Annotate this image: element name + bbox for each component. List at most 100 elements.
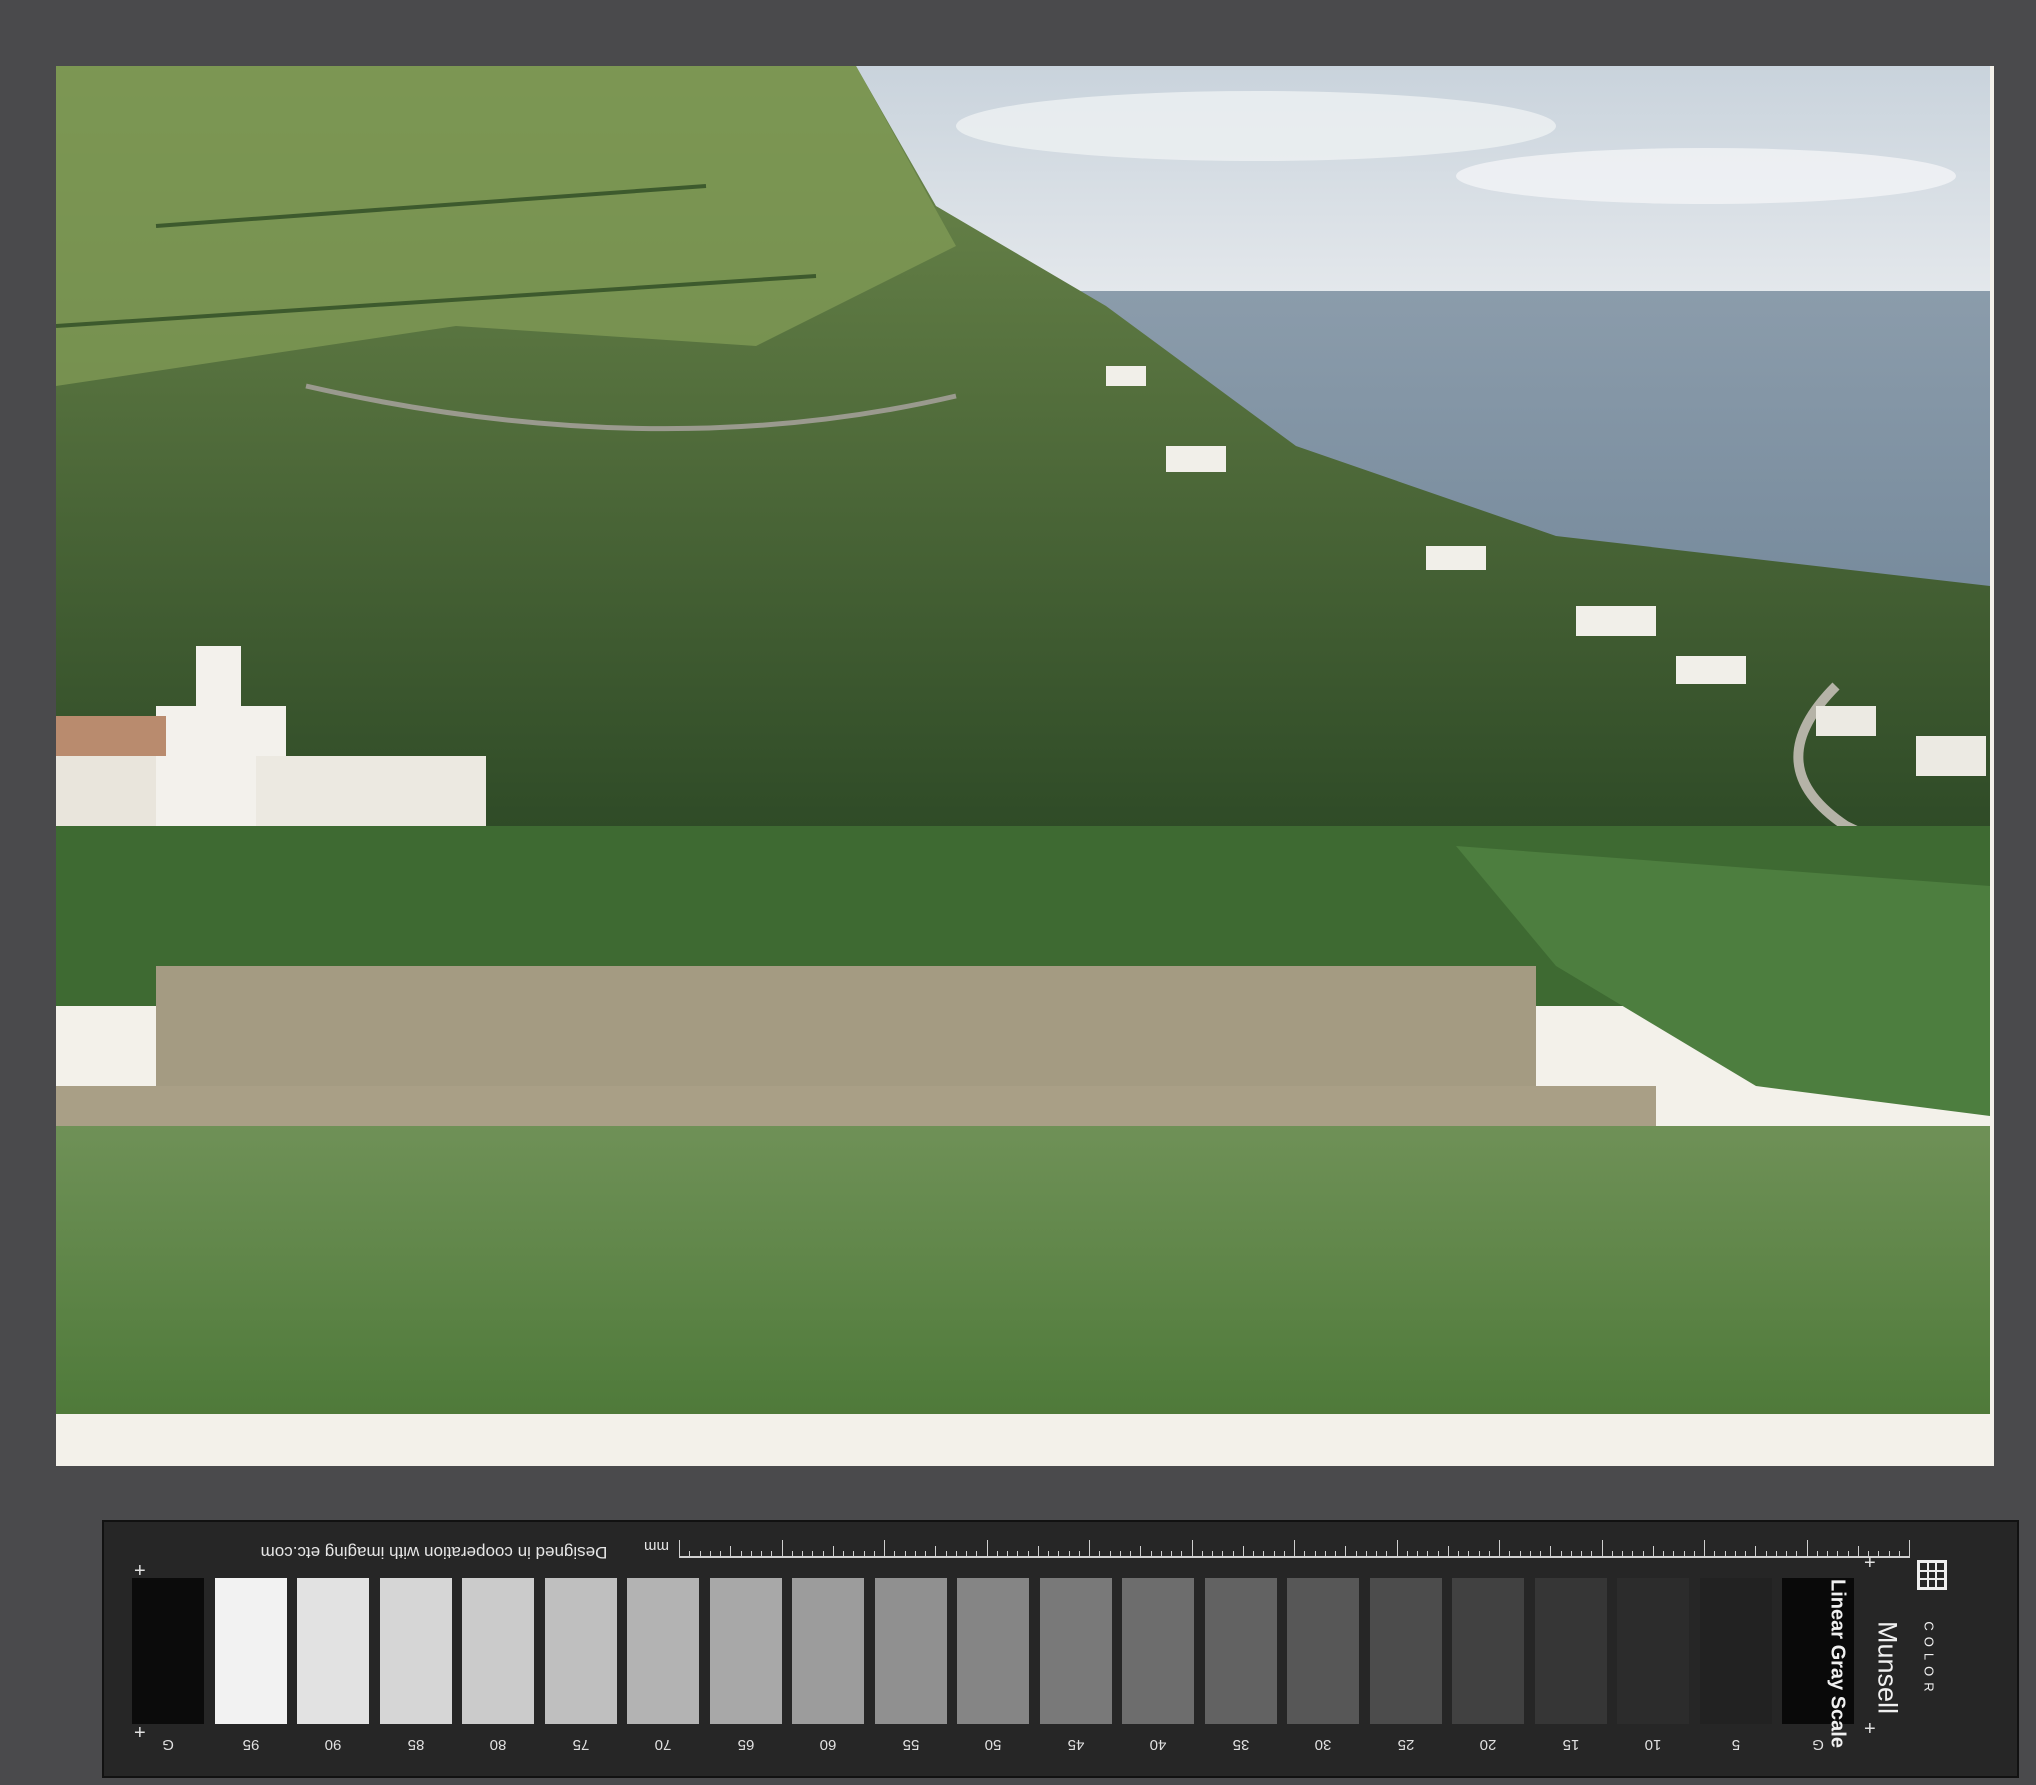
patch-label: 60 <box>819 1736 837 1753</box>
ruler-tick <box>1765 1551 1767 1558</box>
house <box>1676 656 1746 684</box>
ruler-tick <box>679 1540 680 1558</box>
ruler-tick <box>1745 1551 1746 1558</box>
ruler-tick <box>935 1546 937 1558</box>
house <box>1916 736 1986 776</box>
ruler-tick <box>1355 1551 1357 1558</box>
ruler-tick <box>1037 1546 1039 1558</box>
ruler-tick <box>1171 1551 1172 1558</box>
house <box>1166 446 1226 472</box>
ruler-tick <box>1468 1551 1470 1558</box>
gray-patch <box>297 1578 369 1724</box>
ruler-tick <box>1078 1551 1080 1558</box>
house <box>1426 546 1486 570</box>
ruler-tick <box>996 1551 998 1558</box>
gray-patch <box>379 1578 452 1724</box>
ruler-tick <box>1622 1551 1623 1558</box>
ruler-tick <box>1540 1551 1541 1558</box>
ruler-tick <box>904 1551 906 1558</box>
ruler-tick <box>1017 1551 1019 1558</box>
ruler-tick <box>863 1551 865 1558</box>
ruler-tick <box>1396 1540 1398 1558</box>
gray-patch <box>214 1578 287 1724</box>
ruler-tick <box>1724 1551 1726 1558</box>
ruler-tick <box>1119 1551 1121 1558</box>
patch-label: 25 <box>1397 1736 1414 1753</box>
ruler-tick <box>1365 1551 1367 1558</box>
brand-name: Munsell <box>1872 1620 1903 1715</box>
patch-label: 15 <box>1562 1736 1579 1753</box>
patch-label: 75 <box>572 1736 589 1753</box>
ruler-tick <box>1099 1551 1101 1558</box>
patch-label: 35 <box>1232 1736 1249 1753</box>
ruler-tick <box>976 1551 978 1558</box>
ruler-tick <box>1560 1551 1562 1558</box>
ruler-tick <box>1335 1551 1336 1558</box>
house <box>1816 706 1876 736</box>
ruler-tick <box>1775 1551 1777 1558</box>
church-tower <box>196 646 241 736</box>
ruler-tick <box>986 1540 988 1558</box>
gray-patch <box>957 1578 1029 1724</box>
ruler-tick <box>1581 1551 1582 1558</box>
ruler-tick <box>750 1551 752 1558</box>
gray-patch <box>1369 1578 1442 1724</box>
ruler-tick <box>1632 1551 1634 1558</box>
ruler-tick <box>1529 1551 1531 1558</box>
ruler-tick <box>720 1551 721 1558</box>
ruler-tick <box>1878 1551 1880 1558</box>
brand-sub: COLOR <box>1921 1621 1937 1698</box>
patch-label: 90 <box>324 1736 342 1753</box>
gray-patch <box>792 1578 864 1724</box>
ruler-tick <box>1550 1546 1552 1558</box>
ruler-tick <box>689 1551 691 1558</box>
ruler-tick <box>1458 1551 1459 1558</box>
patch-label: 50 <box>984 1736 1002 1753</box>
ruler-tick <box>1611 1551 1613 1558</box>
ruler-tick <box>1591 1551 1593 1558</box>
ruler-tick <box>1273 1551 1275 1558</box>
ruler-tick <box>1417 1551 1418 1558</box>
patch-label: 65 <box>737 1736 754 1753</box>
ruler-tick <box>802 1551 803 1558</box>
gray-patch <box>1122 1578 1194 1724</box>
ruler-tick <box>1652 1546 1654 1558</box>
ruler-tick <box>1796 1551 1798 1558</box>
patch-label: 5 <box>1731 1736 1740 1753</box>
ruler-tick <box>699 1551 701 1558</box>
ruler-tick <box>740 1551 742 1558</box>
ruler-tick <box>1509 1551 1511 1558</box>
ruler-tick <box>1201 1551 1203 1558</box>
patch-label: 40 <box>1149 1736 1167 1753</box>
ruler-tick <box>843 1551 844 1558</box>
landscape-photo <box>56 66 1990 1414</box>
ruler-tick <box>914 1551 916 1558</box>
ruler-unit: mm <box>644 1538 669 1555</box>
ruler-tick <box>822 1551 824 1558</box>
ruler-tick <box>1242 1546 1244 1558</box>
ruler-tick <box>1427 1551 1429 1558</box>
ruler-tick <box>1755 1546 1757 1558</box>
ruler-tick <box>1181 1551 1183 1558</box>
ruler-tick <box>1150 1551 1152 1558</box>
patch-label: 30 <box>1314 1736 1332 1753</box>
ruler-tick <box>966 1551 967 1558</box>
ruler-tick <box>1857 1546 1859 1558</box>
ruler-tick <box>1642 1551 1644 1558</box>
ruler-tick <box>1089 1540 1090 1558</box>
gray-patch <box>462 1578 534 1724</box>
gray-patch <box>1699 1578 1772 1724</box>
patch-label: 85 <box>407 1736 424 1753</box>
cloud <box>956 91 1556 161</box>
ruler-tick <box>1048 1551 1049 1558</box>
ruler-tick <box>1478 1551 1480 1558</box>
plus-mark: + <box>134 1560 146 1582</box>
ruler-tick <box>709 1551 711 1558</box>
ruler-tick <box>791 1551 793 1558</box>
landscape-illustration <box>56 66 1990 1414</box>
patch-label: 55 <box>902 1736 919 1753</box>
ruler-tick <box>730 1546 732 1558</box>
patch-label: 10 <box>1644 1736 1662 1753</box>
cloud <box>1456 148 1956 204</box>
ruler-tick <box>1253 1551 1254 1558</box>
